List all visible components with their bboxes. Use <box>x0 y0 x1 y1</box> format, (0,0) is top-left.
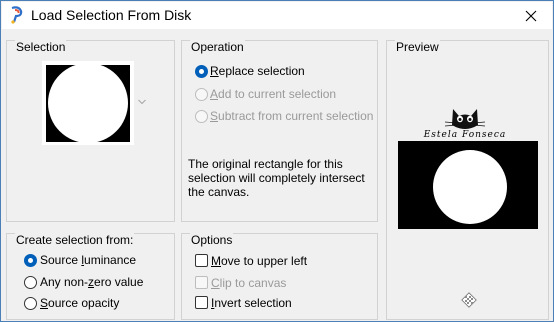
source-opacity-label[interactable]: Source opacity <box>40 296 119 310</box>
close-icon <box>525 10 537 22</box>
invert-selection-label[interactable]: Invert selection <box>211 296 292 310</box>
selection-group: Selection <box>6 40 175 222</box>
clip-to-canvas-label[interactable]: Clip to canvas <box>211 276 286 290</box>
source-opacity-radio[interactable] <box>24 297 37 310</box>
operation-description: The original rectangle for this selectio… <box>188 157 374 199</box>
close-button[interactable] <box>512 4 550 28</box>
description-line: The original rectangle for this <box>188 157 343 171</box>
add-to-current-selection-label[interactable]: Add to current selection <box>210 87 336 101</box>
mnemonic: R <box>210 64 219 78</box>
any-non-zero-value-radio[interactable] <box>24 276 37 289</box>
add-to-current-selection-radio[interactable] <box>195 88 208 101</box>
label-part: nvert selection <box>214 296 292 310</box>
replace-selection-label[interactable]: Replace selection <box>210 64 305 78</box>
label-part: Any non- <box>40 275 89 289</box>
create-selection-from-group: Create selection from: Source luminance … <box>6 233 175 320</box>
description-line: selection will completely intersect <box>188 171 365 185</box>
mnemonic: S <box>210 109 219 123</box>
mnemonic: C <box>211 276 220 290</box>
source-luminance-label[interactable]: Source luminance <box>40 253 136 267</box>
subtract-from-current-selection-label[interactable]: Subtract from current selection <box>210 109 373 123</box>
selection-thumbnail <box>42 61 134 145</box>
preview-group-title: Preview <box>395 40 440 54</box>
options-group: Options Move to upper left Clip to canva… <box>181 233 378 320</box>
mnemonic: S <box>40 296 49 310</box>
paintshop-app-icon <box>9 6 25 24</box>
label-part: dd to current selection <box>218 87 337 101</box>
preview-group: Preview Estela Fonseca <box>386 40 549 320</box>
move-to-upper-left-label[interactable]: Move to upper left <box>211 254 307 268</box>
mnemonic: M <box>211 254 221 268</box>
dialog-window: Load Selection From Disk Selection Opera… <box>0 0 554 322</box>
description-line: the canvas. <box>188 185 250 199</box>
replace-selection-radio[interactable] <box>195 65 208 78</box>
options-group-title: Options <box>190 233 234 247</box>
label-part: ubtract from current selection <box>218 109 374 123</box>
selection-group-title: Selection <box>15 40 67 54</box>
source-luminance-radio[interactable] <box>24 254 37 267</box>
create-selection-from-title: Create selection from: <box>15 233 135 247</box>
invert-selection-checkbox[interactable] <box>195 296 208 309</box>
mnemonic: A <box>210 87 219 101</box>
operation-group-title: Operation <box>190 40 245 54</box>
label-part: lip to canvas <box>219 276 287 290</box>
window-title: Load Selection From Disk <box>31 7 192 23</box>
checkerboard-icon <box>461 292 477 308</box>
move-to-upper-left-checkbox[interactable] <box>195 254 208 267</box>
label-part: uminance <box>84 253 137 267</box>
watermark-text: Estela Fonseca <box>423 130 507 140</box>
label-part: eplace selection <box>218 64 305 78</box>
selection-thumbnail-dropdown[interactable] <box>42 61 146 145</box>
preview-canvas <box>398 141 538 229</box>
chevron-down-icon[interactable] <box>138 99 146 105</box>
any-non-zero-value-label[interactable]: Any non-zero value <box>40 275 143 289</box>
clip-to-canvas-checkbox[interactable] <box>195 276 208 289</box>
operation-group: Operation Replace selection Add to curre… <box>181 40 378 222</box>
zoom-preview-button[interactable] <box>461 292 477 308</box>
label-part: ove to upper left <box>221 254 308 268</box>
label-part: Source <box>40 253 82 267</box>
label-part: ource opacity <box>48 296 120 310</box>
label-part: ero value <box>94 275 144 289</box>
subtract-from-current-selection-radio[interactable] <box>195 110 208 123</box>
title-bar[interactable]: Load Selection From Disk <box>2 2 552 29</box>
